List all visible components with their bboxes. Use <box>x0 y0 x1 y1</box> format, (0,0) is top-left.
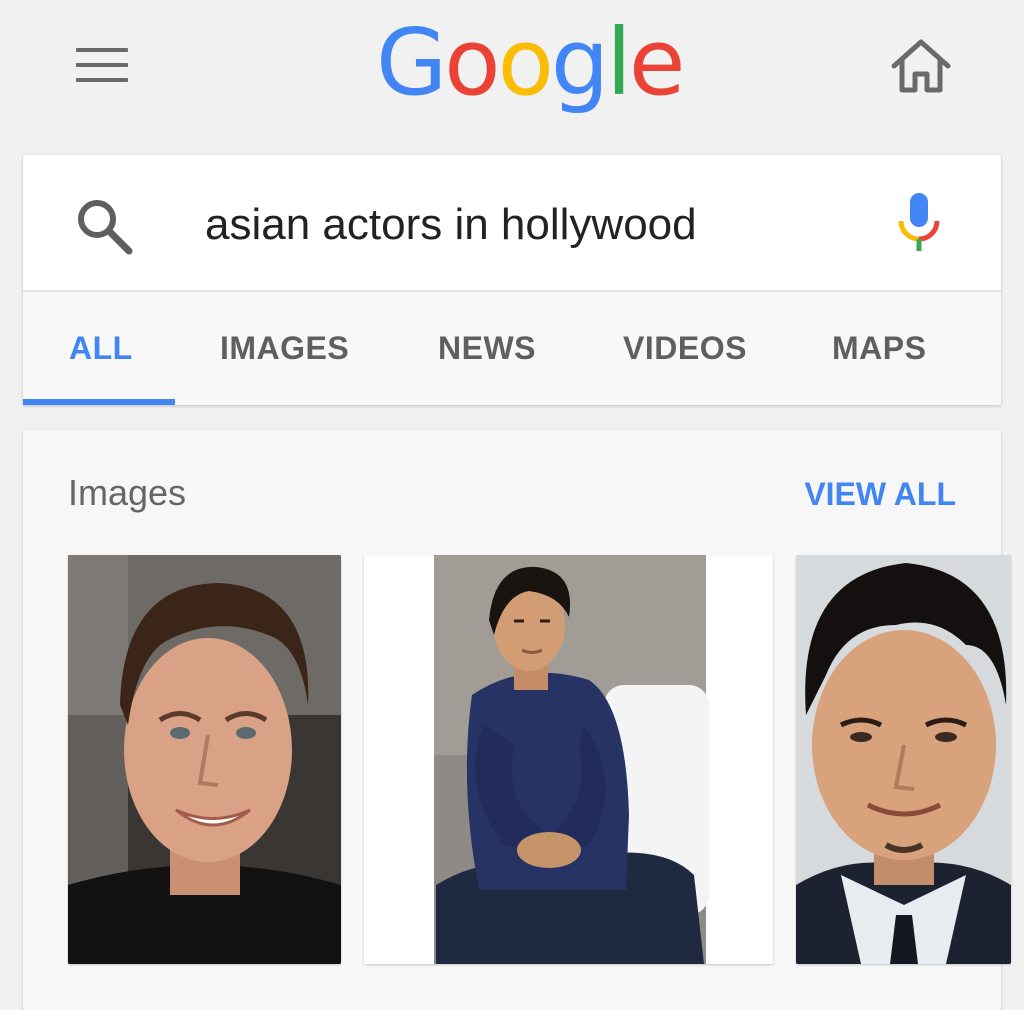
microphone-icon[interactable] <box>895 191 943 255</box>
hamburger-menu-icon[interactable] <box>76 46 130 86</box>
logo-letter: e <box>628 9 686 116</box>
images-section-title: Images <box>68 472 187 513</box>
google-logo[interactable]: G o o g l e <box>376 8 686 118</box>
tab-news[interactable]: NEWS <box>438 330 536 367</box>
active-tab-indicator <box>23 399 175 405</box>
logo-letter: o <box>497 9 554 116</box>
logo-letter: o <box>444 9 500 116</box>
home-icon[interactable] <box>888 36 954 96</box>
view-all-link[interactable]: VIEW ALL <box>804 476 956 513</box>
top-bar: G o o g l e <box>0 0 1024 140</box>
tab-maps[interactable]: MAPS <box>832 330 926 367</box>
image-thumbnail[interactable] <box>364 555 773 964</box>
logo-letter: g <box>550 9 609 116</box>
image-thumbnail[interactable] <box>796 555 1011 964</box>
images-card: Images VIEW ALL <box>23 430 1011 1010</box>
search-tabs: ALL IMAGES NEWS VIDEOS MAPS <box>23 292 1001 405</box>
search-input[interactable]: asian actors in hollywood <box>205 195 697 255</box>
search-card: asian actors in hollywood ALL IMAGES NEW… <box>23 155 1001 405</box>
logo-letter: G <box>376 9 447 116</box>
logo-letter: l <box>606 9 632 116</box>
search-icon[interactable] <box>73 195 137 259</box>
tab-videos[interactable]: VIDEOS <box>623 330 747 367</box>
tab-images[interactable]: IMAGES <box>220 330 349 367</box>
search-bar[interactable]: asian actors in hollywood <box>23 155 1001 290</box>
tab-all[interactable]: ALL <box>69 330 133 367</box>
image-thumbnail[interactable] <box>68 555 341 964</box>
